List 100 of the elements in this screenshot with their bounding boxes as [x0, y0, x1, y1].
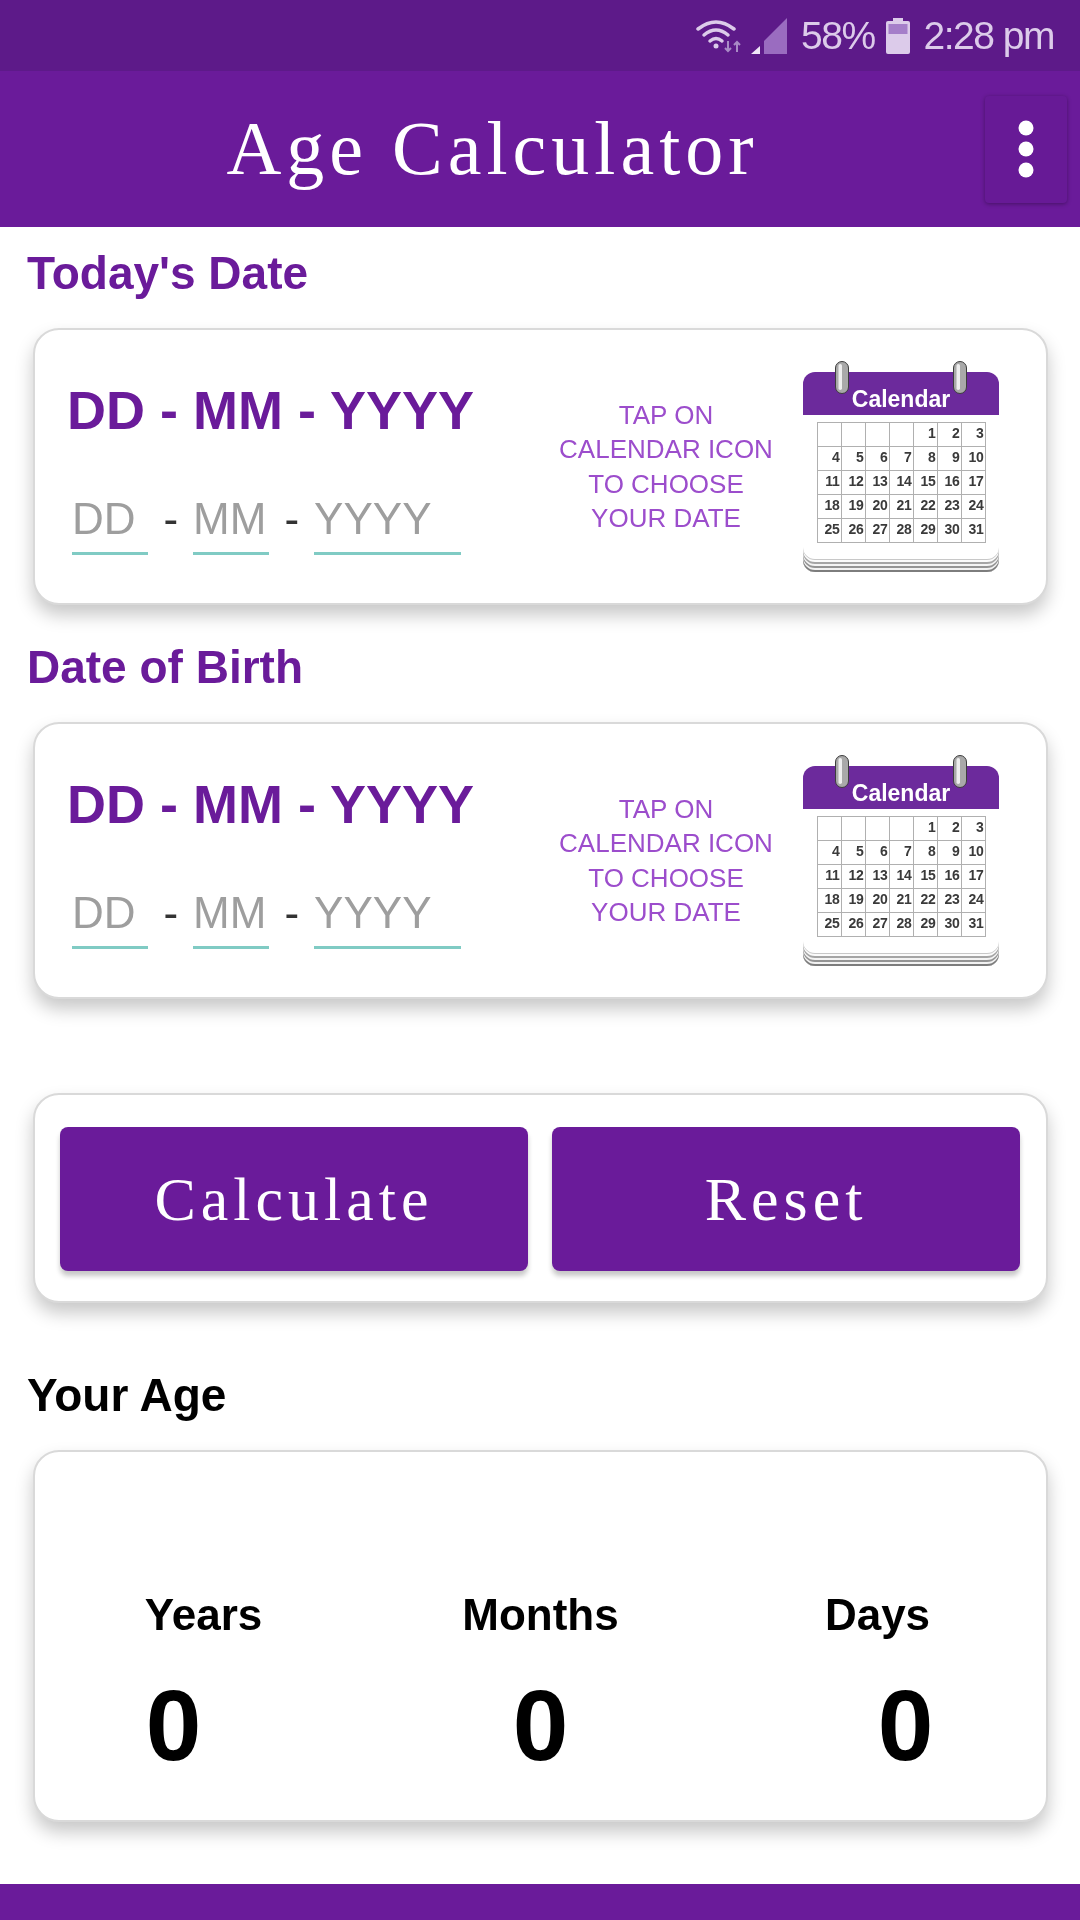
more-vertical-icon — [1018, 120, 1034, 178]
date-format-label: DD - MM - YYYY — [67, 773, 476, 836]
calendar-day: 27 — [865, 519, 890, 543]
calendar-blank-day — [889, 423, 914, 447]
calendar-day: 31 — [961, 519, 986, 543]
calendar-day: 13 — [865, 865, 890, 889]
calendar-day: 3 — [961, 817, 986, 841]
calendar-day: 27 — [865, 913, 890, 937]
calendar-day: 19 — [841, 889, 866, 913]
date-separator: - — [284, 887, 300, 939]
result-value: 0 — [512, 1670, 569, 1780]
calendar-day: 20 — [865, 495, 890, 519]
calendar-day: 13 — [865, 471, 890, 495]
date-input-field[interactable]: DD — [72, 492, 149, 555]
calendar-day: 16 — [937, 471, 962, 495]
calendar-day: 20 — [865, 889, 890, 913]
date-input-field[interactable]: MM — [193, 886, 270, 949]
date-input-field[interactable]: DD — [72, 886, 149, 949]
calendar-day: 14 — [889, 471, 914, 495]
date-separator: - — [284, 493, 300, 545]
battery-icon — [885, 17, 910, 54]
calendar-day: 11 — [817, 865, 842, 889]
date-input-field[interactable]: YYYY — [314, 492, 461, 555]
calendar-day: 12 — [841, 865, 866, 889]
calendar-day: 28 — [889, 913, 914, 937]
binder-ring-icon — [835, 755, 849, 788]
date-input-field[interactable]: MM — [193, 492, 270, 555]
result-label: Years — [144, 1589, 263, 1641]
calendar-day: 15 — [913, 471, 938, 495]
calendar-day: 22 — [913, 495, 938, 519]
calendar-day: 18 — [817, 889, 842, 913]
calendar-button[interactable]: Calendar 1 2 3 4 5 6 7 8 9 10 11 12 13 14 15 16 17 18 19 20 21 22 23 24 25 26 27 28 29 30 31 — [803, 755, 999, 966]
calendar-day: 24 — [961, 495, 986, 519]
calendar-day: 18 — [817, 495, 842, 519]
calendar-day: 11 — [817, 471, 842, 495]
calendar-day: 10 — [961, 841, 986, 865]
result-value: 0 — [145, 1670, 202, 1780]
reset-button[interactable]: Reset — [552, 1127, 1020, 1271]
result-label: Months — [462, 1589, 619, 1641]
calendar-day: 28 — [889, 519, 914, 543]
result-label: Days — [824, 1589, 931, 1641]
calendar-day: 4 — [817, 841, 842, 865]
calendar-day: 6 — [865, 841, 890, 865]
date-separator: - — [163, 887, 179, 939]
date-format-label: DD - MM - YYYY — [67, 379, 476, 442]
calendar-day: 16 — [937, 865, 962, 889]
calendar-button[interactable]: Calendar 1 2 3 4 5 6 7 8 9 10 11 12 13 14 15 16 17 18 19 20 21 22 23 24 25 26 27 28 29 30 31 — [803, 361, 999, 572]
calendar-blank-day — [889, 817, 914, 841]
app-title: Age Calculator — [225, 107, 760, 191]
calendar-day: 23 — [937, 889, 962, 913]
calendar-day: 23 — [937, 495, 962, 519]
binder-ring-icon — [835, 361, 849, 394]
calendar-day: 12 — [841, 471, 866, 495]
calendar-blank-day — [841, 817, 866, 841]
calendar-day: 19 — [841, 495, 866, 519]
calendar-day: 9 — [937, 841, 962, 865]
age-heading: Your Age — [27, 1369, 227, 1422]
calendar-day: 5 — [841, 841, 866, 865]
calendar-day: 17 — [961, 865, 986, 889]
calendar-day: 29 — [913, 519, 938, 543]
binder-ring-icon — [953, 755, 967, 788]
calendar-day: 2 — [937, 817, 962, 841]
calculate-button[interactable]: Calculate — [60, 1127, 528, 1271]
calendar-blank-day — [817, 423, 842, 447]
calendar-header: Calendar — [803, 372, 999, 415]
calendar-blank-day — [817, 817, 842, 841]
more-options-button[interactable] — [985, 95, 1067, 203]
calendar-day: 17 — [961, 471, 986, 495]
section-heading: Today's Date — [27, 247, 309, 300]
calendar-day: 25 — [817, 519, 842, 543]
calendar-day: 14 — [889, 865, 914, 889]
date-input-field[interactable]: YYYY — [314, 886, 461, 949]
calendar-day: 7 — [889, 841, 914, 865]
binder-ring-icon — [953, 361, 967, 394]
calendar-day: 3 — [961, 423, 986, 447]
calendar-day: 10 — [961, 447, 986, 471]
calendar-day: 15 — [913, 865, 938, 889]
signal-icon — [751, 17, 787, 54]
calendar-header: Calendar — [803, 766, 999, 809]
calendar-day: 6 — [865, 447, 890, 471]
section-heading: Date of Birth — [27, 641, 303, 694]
result-value: 0 — [877, 1670, 934, 1780]
calendar-day: 21 — [889, 889, 914, 913]
calendar-blank-day — [865, 817, 890, 841]
calendar-blank-day — [865, 423, 890, 447]
calendar-day: 26 — [841, 913, 866, 937]
calendar-blank-day — [841, 423, 866, 447]
date-separator: - — [163, 493, 179, 545]
calendar-day: 25 — [817, 913, 842, 937]
calendar-day: 22 — [913, 889, 938, 913]
status-time: 2:28 pm — [923, 16, 1054, 55]
calendar-day: 31 — [961, 913, 986, 937]
calendar-day: 29 — [913, 913, 938, 937]
calendar-day: 8 — [913, 447, 938, 471]
calendar-day: 9 — [937, 447, 962, 471]
calendar-day: 8 — [913, 841, 938, 865]
calendar-hint: TAP ON CALENDAR ICON TO CHOOSE YOUR DATE — [558, 398, 774, 535]
calendar-day: 30 — [937, 519, 962, 543]
calendar-hint: TAP ON CALENDAR ICON TO CHOOSE YOUR DATE — [558, 792, 774, 929]
calendar-day: 30 — [937, 913, 962, 937]
